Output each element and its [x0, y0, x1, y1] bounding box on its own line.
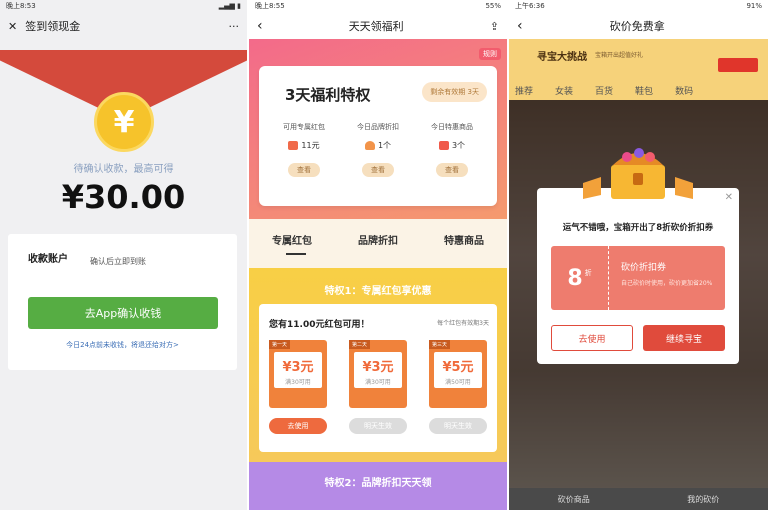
stat-redpacket: 可用专属红包 11元 查看: [269, 122, 339, 177]
voucher-number: 8: [567, 265, 583, 291]
page-title: 砍价免费拿: [609, 20, 665, 33]
account-card: 收款账户 确认后立即到账 去App确认收钱 今日24点前未收钱，将退还给对方>: [8, 234, 237, 370]
status-bar: 晚上8:55 55%: [249, 0, 507, 13]
pending-coupon-button[interactable]: 明天生效: [349, 418, 407, 434]
category-tabs: 推荐 女装 百货 鞋包 数码: [515, 84, 762, 97]
discount-voucher: 8 折 砍价折扣券 自己砍价时使用，砍价更加省20%: [551, 246, 725, 310]
cat-tab[interactable]: 推荐: [515, 84, 533, 97]
status-bar: 上午6:36 91%: [509, 0, 768, 13]
banner-button[interactable]: [718, 58, 758, 72]
voucher-value: 8 折: [551, 246, 609, 310]
banner-title: 寻宝大挑战: [537, 52, 587, 63]
view-button[interactable]: 查看: [362, 163, 394, 177]
coupon-amount: ¥5元: [442, 360, 474, 375]
more-icon[interactable]: ···: [229, 20, 240, 33]
cat-tab[interactable]: 女装: [555, 84, 573, 97]
use-coupon-button[interactable]: 去使用: [269, 418, 327, 434]
status-time: 晚上8:53: [6, 2, 36, 10]
modal-title: 运气不错哦，宝箱开出了8折砍价折扣券: [562, 223, 714, 233]
redpacket-heading: 您有11.00元红包可用！: [269, 320, 370, 330]
back-icon[interactable]: ‹: [517, 18, 523, 34]
status-battery: 91%: [746, 2, 762, 10]
coupon-day2: 第二天 ¥3元满30可用: [349, 340, 407, 408]
bottom-tab-goods[interactable]: 砍价商品: [558, 494, 590, 505]
amount-value: ¥30.00: [61, 178, 186, 216]
view-button[interactable]: 查看: [288, 163, 320, 177]
diamond-icon: [364, 141, 375, 150]
screen-cash-signin: 晚上8:53 ▂▄▆ ▮ ✕ 签到领现金 ··· ¥ 待确认收款，最高可得 ¥3…: [0, 0, 247, 510]
pending-coupon-button[interactable]: 明天生效: [429, 418, 487, 434]
coupon-day1: 第一天 ¥3元满30可用: [269, 340, 327, 408]
stat-value: 11元: [301, 141, 320, 150]
coupon-threshold: 满30可用: [365, 379, 391, 386]
back-icon[interactable]: ‹: [257, 18, 263, 34]
coupon-day3: 第三天 ¥5元满50可用: [429, 340, 487, 408]
status-time: 上午6:36: [515, 2, 545, 10]
banner-subtitle: 宝箱开出超值好礼: [595, 52, 644, 59]
stat-special-goods: 今日特惠商品 3个 查看: [417, 122, 487, 177]
screen-daily-welfare: 晚上8:55 55% ‹ 天天领福利 ⇪ 规则 3天福利特权 剩余有效期 3天 …: [249, 0, 507, 510]
account-value: 确认后立即到账: [90, 257, 146, 266]
stat-value: 1个: [377, 141, 392, 150]
nav-bar: ‹ 砍价免费拿: [509, 13, 768, 39]
cat-tab[interactable]: 数码: [675, 84, 693, 97]
card-title: 3天福利特权: [285, 86, 371, 104]
tab-bar: 专属红包 品牌折扣 特惠商品: [249, 232, 507, 247]
close-icon[interactable]: ✕: [725, 192, 733, 203]
stat-label: 今日品牌折扣: [357, 123, 399, 131]
stat-value: 3个: [451, 141, 466, 150]
bottom-tab-mine[interactable]: 我的砍价: [687, 494, 719, 505]
use-voucher-button[interactable]: 去使用: [551, 325, 633, 351]
coupon-amount: ¥3元: [282, 360, 314, 375]
redpacket-note: 每个红包有效期3天: [437, 320, 489, 327]
cat-tab[interactable]: 百货: [595, 84, 613, 97]
coupon-modal: ✕ 运气不错哦，宝箱开出了8折砍价折扣券 8 折 砍价折扣券 自己砍价时使用，砍…: [537, 188, 739, 364]
privilege-card: 3天福利特权 剩余有效期 3天 可用专属红包 11元 查看 今日品牌折扣 1个 …: [259, 66, 497, 206]
privilege1-title: 特权1：专属红包享优惠: [324, 286, 432, 297]
bottom-bar: 砍价商品 我的砍价: [509, 488, 768, 510]
coupon-tag: 第三天: [429, 340, 451, 349]
privilege2-title: 特权2：品牌折扣天天领: [324, 478, 432, 489]
coupon-tag: 第一天: [269, 340, 291, 349]
stat-label: 可用专属红包: [283, 123, 325, 131]
voucher-unit: 折: [584, 269, 592, 277]
nav-bar: ✕ 签到领现金 ···: [0, 13, 247, 39]
cat-tab[interactable]: 鞋包: [635, 84, 653, 97]
status-battery: 55%: [485, 2, 501, 10]
redpacket-icon: [288, 141, 299, 150]
stat-brand-discount: 今日品牌折扣 1个 查看: [343, 122, 413, 177]
active-tab-indicator: [286, 253, 306, 255]
continue-hunt-button[interactable]: 继续寻宝: [643, 325, 725, 351]
yuan-coin-icon: ¥: [94, 92, 154, 152]
tab-special-goods[interactable]: 特惠商品: [444, 232, 484, 247]
coupon-threshold: 满50可用: [445, 379, 471, 386]
status-icons: ▂▄▆ ▮: [218, 2, 241, 10]
rules-badge[interactable]: 规则: [479, 48, 501, 60]
view-button[interactable]: 查看: [436, 163, 468, 177]
screen-bargain: 上午6:36 91% ‹ 砍价免费拿 寻宝大挑战 宝箱开出超值好礼 推荐 女装 …: [509, 0, 768, 510]
page-title: 签到领现金: [25, 20, 81, 33]
amount-hint: 待确认收款，最高可得: [73, 164, 174, 175]
redpacket-card: 您有11.00元红包可用！ 每个红包有效期3天 第一天 ¥3元满30可用 第二天…: [259, 304, 497, 452]
share-icon[interactable]: ⇪: [490, 20, 499, 33]
gift-icon: [438, 141, 449, 150]
page-title: 天天领福利: [348, 20, 404, 33]
refund-note-link[interactable]: 今日24点前未收钱，将退还给对方>: [8, 340, 237, 350]
stat-label: 今日特惠商品: [431, 123, 473, 131]
voucher-desc: 自己砍价时使用，砍价更加省20%: [621, 280, 713, 287]
coupon-amount: ¥3元: [362, 360, 394, 375]
account-label: 收款账户: [28, 254, 68, 265]
treasure-chest-icon: [583, 148, 693, 199]
tab-redpacket[interactable]: 专属红包: [272, 232, 312, 247]
tab-brand-discount[interactable]: 品牌折扣: [358, 232, 398, 247]
validity-timer: 剩余有效期 3天: [422, 82, 487, 102]
nav-bar: ‹ 天天领福利 ⇪: [249, 13, 507, 39]
coupon-threshold: 满30可用: [285, 379, 311, 386]
voucher-name: 砍价折扣券: [621, 263, 667, 273]
coupon-tag: 第二天: [349, 340, 371, 349]
close-icon[interactable]: ✕: [8, 20, 17, 33]
status-bar: 晚上8:53 ▂▄▆ ▮: [0, 0, 247, 13]
status-time: 晚上8:55: [255, 2, 285, 10]
confirm-cash-button[interactable]: 去App确认收钱: [28, 297, 218, 329]
